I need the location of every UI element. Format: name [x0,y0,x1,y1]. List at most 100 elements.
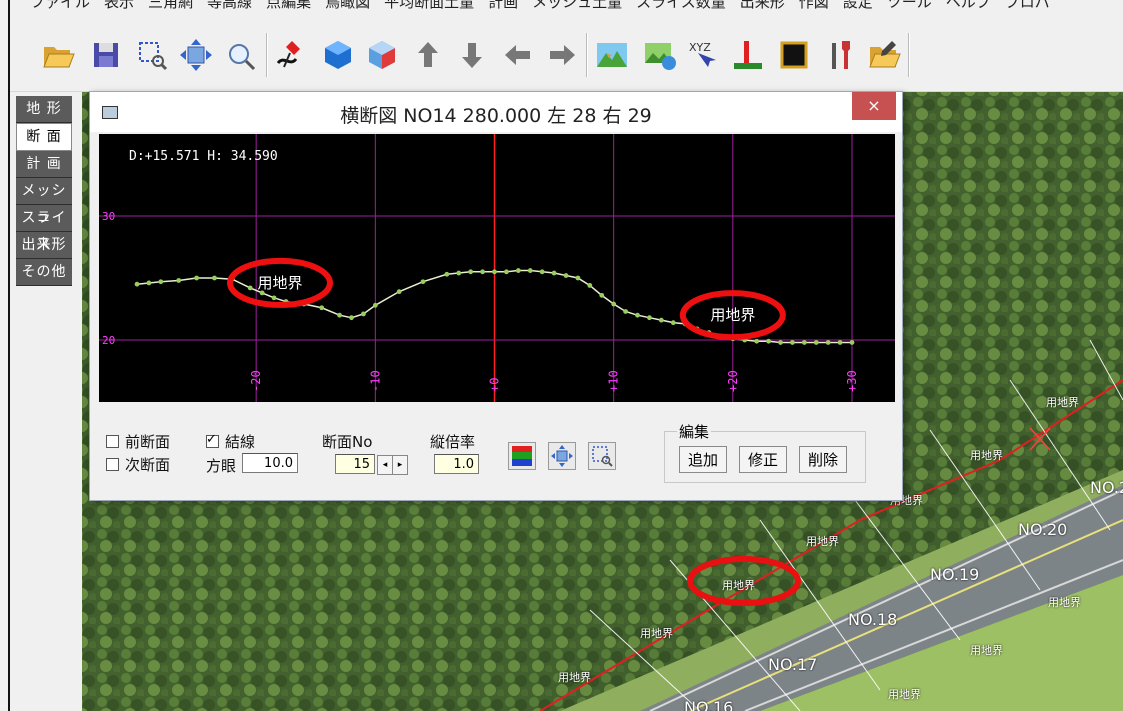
edit-folder-icon[interactable] [866,37,902,73]
map-label: NO.20 [1018,520,1068,539]
section-prev-button[interactable]: ◂ [377,455,393,475]
dialog-title-bar: 横断図 NO14 280.000 左 28 右 29 × [90,92,902,132]
cross-section-dialog: 横断図 NO14 280.000 左 28 右 29 × -20 -10 +0 +10… [89,91,903,501]
menu-item[interactable]: 点編集 [266,0,311,11]
toolbar-separator [266,33,268,77]
survey-point-icon[interactable] [274,37,310,73]
pan-icon[interactable] [178,37,214,73]
menu-item[interactable]: プロパ [1005,0,1050,11]
toolbar: XYZ [10,15,1123,92]
menu-item[interactable]: 出来形 [740,0,785,11]
terrain-refresh-icon[interactable] [642,37,678,73]
vscale-input[interactable]: 1.0 [434,454,479,474]
close-button[interactable]: × [852,92,896,120]
lower-left-icon[interactable] [730,37,766,73]
map-label: 用地界 [640,627,673,640]
next-section-check[interactable] [106,458,119,471]
side-tab[interactable]: 地 形 [16,96,72,123]
menu-item[interactable]: 作図 [799,0,829,11]
open-folder-icon[interactable] [40,37,76,73]
menu-item[interactable]: 設定 [843,0,873,11]
toolbar-separator [586,33,588,77]
profile-point [271,295,277,301]
map-label: 用地界 [970,644,1003,657]
map-label: 用地界 [1048,596,1081,609]
menu-item[interactable]: ヘルプ [946,0,991,11]
pan-icon [551,445,573,467]
save-icon[interactable] [88,37,124,73]
section-no-input[interactable]: 15 [335,454,375,474]
delete-button[interactable]: 削除 [799,446,847,473]
terrain-icon[interactable] [594,37,630,73]
menu-item[interactable]: ツール [887,0,932,11]
xyz-icon[interactable]: XYZ [686,37,722,73]
cube-red-icon[interactable] [364,37,400,73]
arrow-down-icon[interactable] [454,37,490,73]
profile-point [647,315,652,321]
side-tab[interactable]: その他 [16,259,72,286]
menu-item[interactable]: 鳥瞰図 [325,0,370,11]
profile-point [837,340,843,345]
zoom-icon[interactable] [224,37,260,73]
menu-item[interactable]: 三角網 [148,0,193,11]
color-palette-button[interactable] [508,442,536,470]
side-panel: 地 形断 面計 画メッシュスライス出来形その他 [16,96,72,286]
section-next-button[interactable]: ▸ [392,455,408,475]
menu-item[interactable]: 表示 [104,0,134,11]
map-label: NO.16 [684,698,734,711]
zoom-window-icon[interactable] [134,37,170,73]
x-tick-label: +0 [488,378,502,392]
prev-section-checkbox[interactable]: 前断面 [106,431,170,452]
menu-item[interactable]: メッシュ土量 [532,0,622,11]
side-tab[interactable]: 断 面 [16,123,72,151]
prev-section-check[interactable] [106,435,119,448]
side-tab[interactable]: 計 画 [16,151,72,178]
modify-button[interactable]: 修正 [739,446,787,473]
profile-point [813,340,819,345]
map-label: NO.21 [1090,478,1123,497]
menu-item[interactable]: 計画 [488,0,518,11]
black-square-icon[interactable] [776,37,812,73]
profile-point [420,279,426,285]
profile-point [492,269,497,275]
cross-section-plot[interactable]: -20 -10 +0 +10 +20 +30 30 20 D:+15.571 H: 34.590… [99,134,895,402]
profile-point [194,275,199,281]
menu-item[interactable]: 平均断面土量 [384,0,474,11]
x-tick-label: +30 [845,370,859,392]
window-border [8,0,10,711]
zoom-window-button[interactable] [588,442,616,470]
add-button[interactable]: 追加 [679,446,727,473]
x-tick-label: +20 [726,370,740,392]
profile-point [212,275,217,281]
link-lines-checkbox[interactable]: 結線 [206,431,255,452]
menu-item[interactable]: 等高線 [207,0,252,11]
edit-group-label: 編集 [677,421,712,442]
menu-item[interactable]: ファイル [30,0,90,11]
profile-point [468,269,474,275]
profile-point [754,338,760,344]
side-tab[interactable]: 出来形 [16,232,72,259]
profile-point [658,317,664,323]
profile-point [176,278,182,283]
color-palette-icon [512,446,532,466]
arrow-right-icon[interactable] [544,37,580,73]
map-label: 用地界 [1046,396,1079,409]
tools-icon[interactable] [822,37,858,73]
side-tab[interactable]: メッシュ [16,178,72,225]
cube-blue-icon[interactable] [320,37,356,73]
profile-point [587,283,593,288]
pan-button[interactable] [548,442,576,470]
next-section-checkbox[interactable]: 次断面 [106,454,170,475]
grid-input[interactable]: 10.0 [242,453,298,473]
annotation-label: 用地界 [257,274,302,292]
arrow-left-icon[interactable] [500,37,536,73]
x-tick-label: -10 [368,370,382,392]
link-lines-check[interactable] [206,432,219,448]
cross-section-chart[interactable]: -20 -10 +0 +10 +20 +30 30 20 D:+15.571 H: 34.590… [99,134,895,402]
menu-item[interactable]: スライス数量 [636,0,726,11]
grid-label: 方眼 [206,457,237,475]
section-no-label: 断面No [322,433,373,451]
arrow-up-icon[interactable] [410,37,446,73]
side-tab[interactable]: スライス [16,205,72,252]
profile-point [515,268,521,273]
